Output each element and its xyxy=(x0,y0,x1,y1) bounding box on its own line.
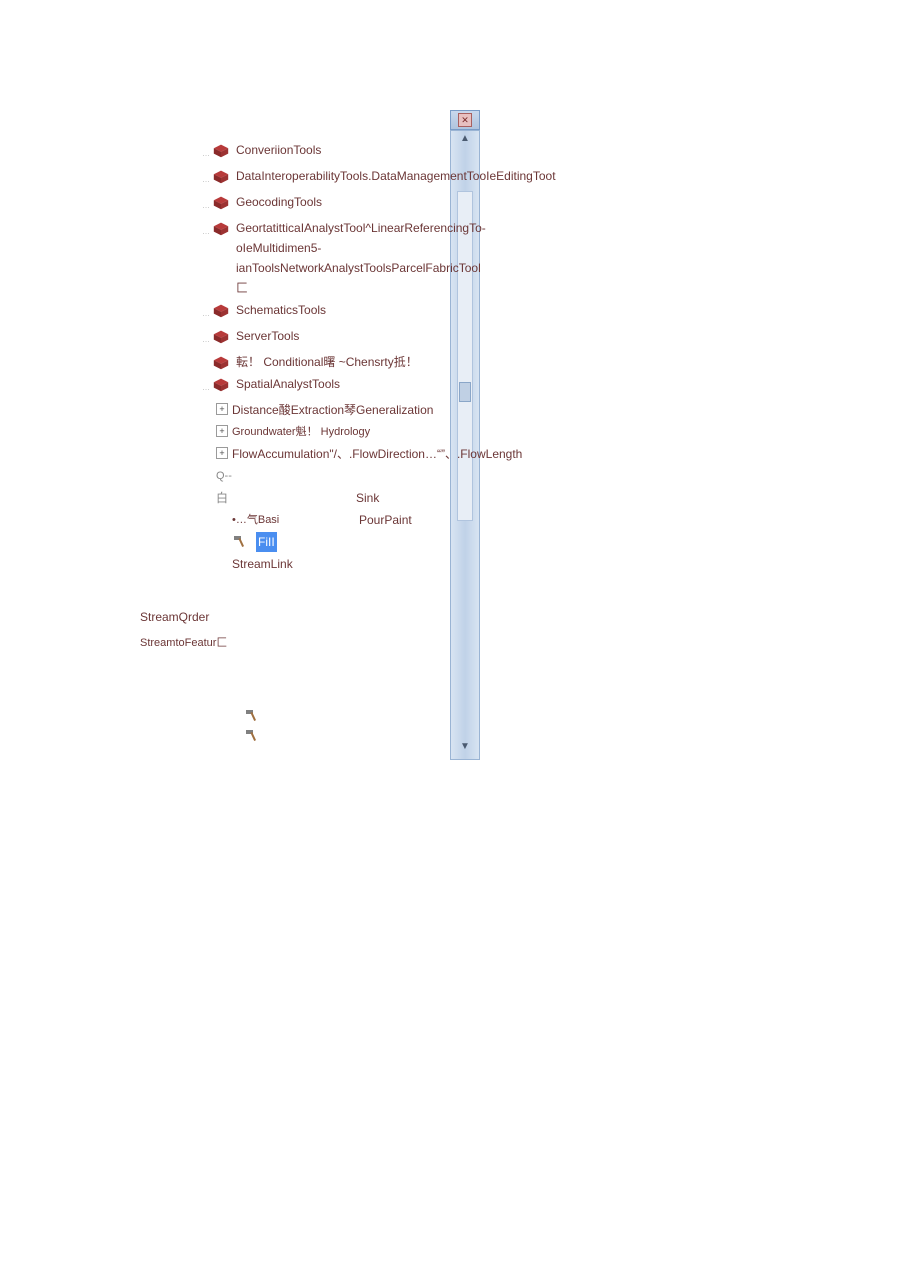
toolbox-icon xyxy=(212,142,230,158)
toolbox-icon xyxy=(212,328,230,344)
hammer-icon xyxy=(244,708,262,722)
toolbox-icon xyxy=(212,194,230,210)
tool-fragment: •…气Basi xyxy=(232,510,353,530)
tree-connector: … xyxy=(200,326,212,350)
tool-row[interactable]: StreamtoFeatur匚 xyxy=(140,634,227,650)
tree-glyph: 白 xyxy=(216,488,340,508)
toolbox-label: GeocodingTools xyxy=(236,192,480,212)
toolset-label: FlowAccumulation"/、.FlowDirection…“”、.Fl… xyxy=(232,444,522,464)
toolbox-label: SpatialAnalystTools xyxy=(236,374,480,394)
toolset-label: Groundwater魁！ Hydrology xyxy=(232,422,480,442)
toolbox-row[interactable]: … SchematicsTools xyxy=(200,300,480,324)
tool-row[interactable]: •…气Basi PourPaint xyxy=(200,510,480,530)
toolset-row[interactable]: + Distance酸Extraction琴Generalization xyxy=(200,400,480,420)
toolbox-icon xyxy=(212,168,230,184)
toolset-row[interactable]: + Groundwater魁！ Hydrology xyxy=(200,422,480,442)
toolbox-row[interactable]: … GeortatitticaIAnalystTool^LinearRefere… xyxy=(200,218,480,298)
tree-connector: … xyxy=(200,166,212,190)
tool-label-selected: FiII xyxy=(256,532,277,552)
tool-row[interactable]: StreamQrder xyxy=(140,610,209,624)
tree-connector: … xyxy=(200,140,212,164)
toolbox-icon xyxy=(212,302,230,318)
tree-glyph: Q-- xyxy=(216,466,480,486)
toolbox-label: ServerTools xyxy=(236,326,480,346)
toolbox-icon xyxy=(212,354,230,370)
tree-marker: Q-- xyxy=(200,466,480,486)
tree-connector: … xyxy=(200,374,212,398)
toolset-label: 転！ Conditional曙 ~Chensrty抵！ xyxy=(236,352,480,372)
toolbox-label: SchematicsTools xyxy=(236,300,480,320)
toolbox-icon xyxy=(212,376,230,392)
toolbox-row[interactable]: … GeocodingTools xyxy=(200,192,480,216)
expand-icon[interactable]: + xyxy=(216,425,228,437)
toolbox-row[interactable]: … ConveriionTools xyxy=(200,140,480,164)
arctoolbox-tree: … ConveriionTools … DataInteroperability… xyxy=(140,110,480,760)
toolset-row[interactable]: + FlowAccumulation"/、.FlowDirection…“”、.… xyxy=(200,444,480,464)
tool-label: PourPaint xyxy=(359,510,480,530)
toolset-row[interactable]: 転！ Conditional曙 ~Chensrty抵！ xyxy=(200,352,480,372)
hammer-icon xyxy=(244,728,262,742)
toolset-label: Distance酸Extraction琴Generalization xyxy=(232,400,480,420)
tree-connector: … xyxy=(200,300,212,324)
toolbox-label: ConveriionTools xyxy=(236,140,480,160)
hammer-icon xyxy=(232,534,250,548)
tool-row[interactable]: StreamLink xyxy=(200,554,480,574)
tree-connector: … xyxy=(200,192,212,216)
expand-icon[interactable]: + xyxy=(216,447,228,459)
tree-marker: 白 Sink xyxy=(200,488,480,508)
toolbox-row[interactable]: … DataInteroperabilityTools.DataManageme… xyxy=(200,166,480,190)
toolbox-label: DataInteroperabilityTools.DataManagement… xyxy=(236,166,556,186)
tool-row-fill[interactable]: FiII xyxy=(200,532,480,552)
toolbox-row-spatial[interactable]: … SpatialAnalystTools xyxy=(200,374,480,398)
toolbox-label: GeortatitticaIAnalystTool^LinearReferenc… xyxy=(236,218,486,298)
tree-connector: … xyxy=(200,218,212,242)
tree-connector xyxy=(200,352,212,356)
toolbox-row[interactable]: … ServerTools xyxy=(200,326,480,350)
toolbox-icon xyxy=(212,220,230,236)
tool-label: StreamLink xyxy=(232,554,480,574)
tool-label[interactable]: Sink xyxy=(340,488,480,508)
expand-icon[interactable]: + xyxy=(216,403,228,415)
